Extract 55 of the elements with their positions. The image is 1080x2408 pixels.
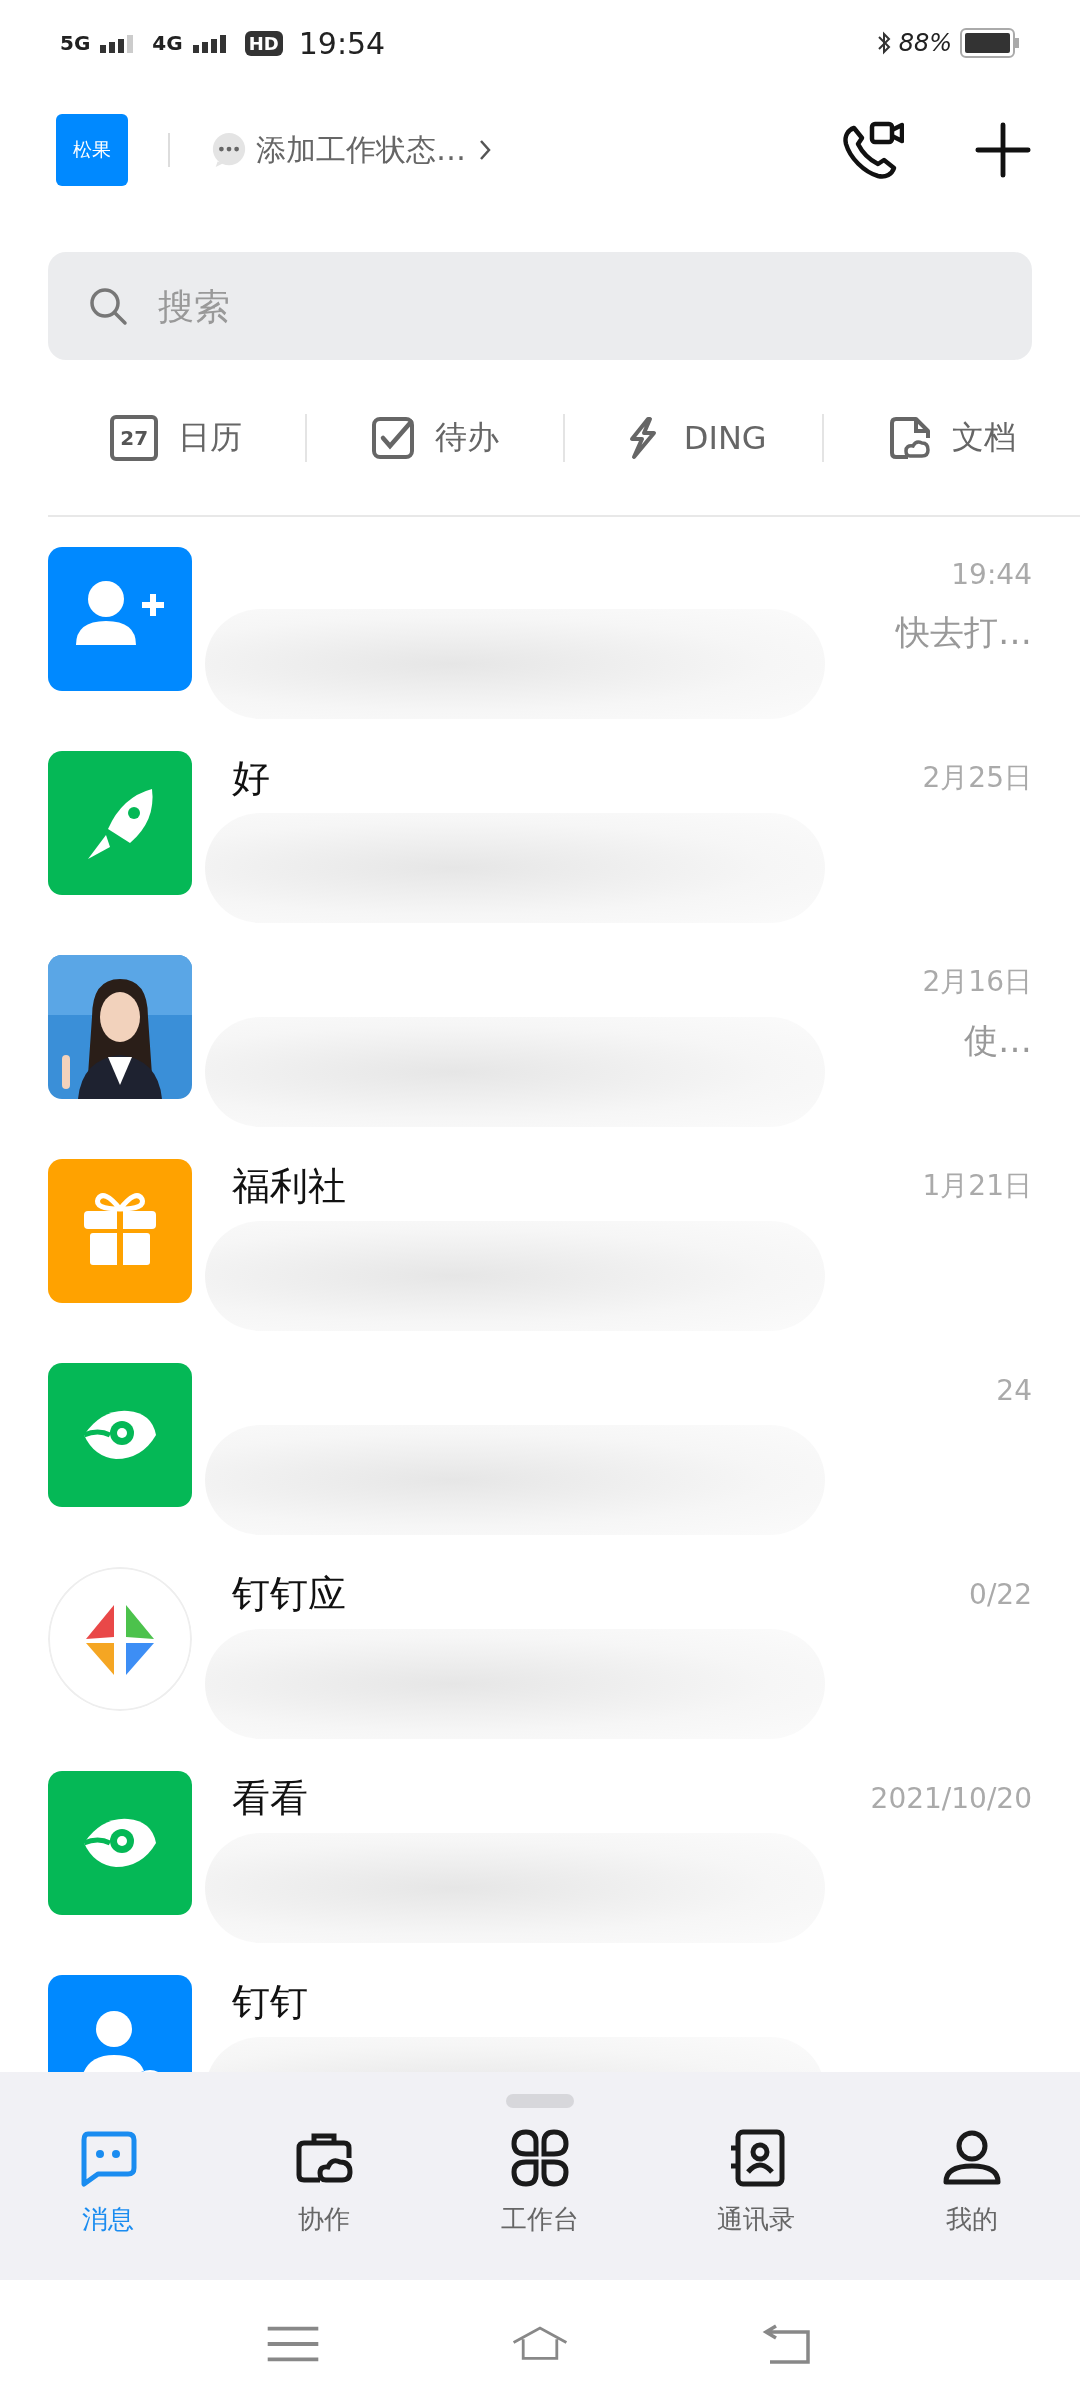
battery-level: 88%: [898, 29, 952, 57]
conversation-title: 钉钉应: [232, 1570, 346, 1618]
chat-bubble-icon: [210, 131, 248, 169]
conversation-item[interactable]: 看看 2021/10/20: [0, 1741, 1080, 1945]
nav-tab[interactable]: 消息: [0, 2128, 216, 2237]
network-label: 4G: [152, 31, 183, 55]
eye-icon: [48, 1771, 192, 1915]
network-label: 5G: [60, 31, 91, 55]
shortcut-button[interactable]: 27 日历: [48, 414, 305, 461]
admin-user-icon: [48, 1975, 192, 2072]
battery-icon: [960, 28, 1020, 58]
conversation-title: 钉钉: [232, 1978, 308, 2026]
conversation-item[interactable]: 福利社 1月21日: [0, 1129, 1080, 1333]
shortcut-button[interactable]: 文档: [823, 415, 1080, 460]
calendar-icon: 27: [110, 414, 159, 461]
gift-icon: [48, 1159, 192, 1303]
conversation-item[interactable]: 好 2月25日: [0, 721, 1080, 925]
nav-tab[interactable]: 工作台: [432, 2128, 648, 2237]
conversation-time: 2月16日: [922, 964, 1032, 1000]
conversation-item[interactable]: 钉钉应 0/22: [0, 1537, 1080, 1741]
conversation-title: 好: [232, 754, 270, 802]
person-icon: [942, 2128, 1002, 2188]
search-input[interactable]: 搜索: [156, 284, 992, 328]
user-avatar[interactable]: 松果: [56, 114, 128, 186]
nav-tab[interactable]: 我的: [864, 2128, 1080, 2237]
chevron-right-icon: [478, 138, 492, 162]
rocket-icon: [48, 751, 192, 895]
work-status-button[interactable]: 添加工作状态…: [210, 129, 492, 171]
conversation-time: 1月21日: [922, 1168, 1032, 1204]
conversation-title: 福利社: [232, 1162, 346, 1210]
document-icon: [887, 415, 932, 460]
message-preview: 使…: [964, 1019, 1032, 1062]
conversation-time: 2月25日: [922, 760, 1032, 796]
conversation-item[interactable]: 钉钉: [0, 1945, 1080, 2072]
shortcut-button[interactable]: 待办: [306, 415, 563, 460]
hd-badge: HD: [244, 30, 283, 56]
apps-grid-icon: [510, 2128, 570, 2188]
checkbox-icon: [370, 415, 415, 460]
search-field[interactable]: 搜索: [48, 252, 1032, 360]
shortcut-button[interactable]: DING: [565, 415, 822, 460]
drag-handle[interactable]: [506, 2094, 574, 2108]
search-icon: [88, 286, 128, 326]
conversation-title: 看看: [232, 1774, 308, 1822]
eye-icon: [48, 1363, 192, 1507]
message-preview: 快去打…: [896, 611, 1032, 654]
bluetooth-icon: [876, 31, 891, 55]
conversation-time: 24: [996, 1373, 1032, 1407]
plus-icon[interactable]: [974, 121, 1032, 179]
conversation-time: 2021/10/20: [870, 1781, 1032, 1815]
clock: 19:54: [298, 25, 386, 61]
nav-tab[interactable]: 通讯录: [648, 2128, 864, 2237]
nav-tab[interactable]: 协作: [216, 2128, 432, 2237]
conversation-time: 19:44: [951, 557, 1032, 591]
add-friend-icon: [48, 547, 192, 691]
conversation-time: 0/22: [969, 1577, 1032, 1611]
